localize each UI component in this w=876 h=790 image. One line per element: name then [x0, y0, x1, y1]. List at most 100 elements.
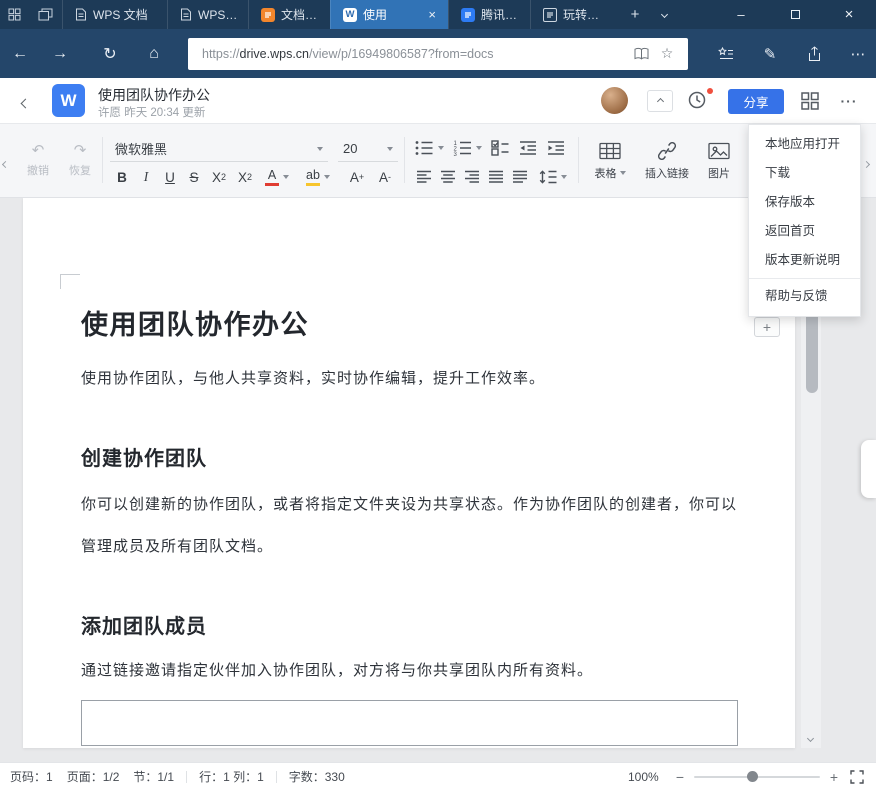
browser-tab-online[interactable]: 玩转在线: [530, 0, 612, 29]
font-color-button[interactable]: A: [260, 165, 294, 189]
menu-item-open-local-app[interactable]: 本地应用打开: [749, 130, 860, 159]
share-page-icon[interactable]: [797, 37, 831, 71]
favorite-star-icon[interactable]: ☆: [654, 41, 680, 67]
strikethrough-button[interactable]: S: [182, 165, 206, 189]
doc-more-button[interactable]: ···: [836, 90, 862, 112]
grow-base: A: [350, 170, 359, 185]
paragraph: 使用协作团队，与他人共享资料，实时协作编辑，提升工作效率。: [81, 368, 545, 390]
zoom-out-button[interactable]: −: [672, 767, 688, 787]
menu-item-release-notes[interactable]: 版本更新说明: [749, 246, 860, 275]
browser-tab-wps-docs-1[interactable]: WPS 文档: [62, 0, 167, 29]
menu-divider: [749, 278, 860, 279]
bullet-list-button[interactable]: [412, 136, 446, 160]
browser-tab-doc-open[interactable]: 文档开放: [248, 0, 330, 29]
new-tab-button[interactable]: +: [622, 0, 648, 29]
paragraph: 通过链接邀请指定伙伴加入协作团队，对方将与你共享团队内所有资料。: [81, 660, 593, 682]
browser-tab-tencent-docs[interactable]: 腾讯文档: [448, 0, 530, 29]
doc-back-icon[interactable]: [22, 94, 29, 112]
embedded-image-placeholder[interactable]: [81, 700, 738, 746]
menu-item-help-feedback[interactable]: 帮助与反馈: [749, 282, 860, 311]
avatar[interactable]: [601, 87, 628, 114]
numbered-list-button[interactable]: 123: [450, 136, 484, 160]
font-color-letter: A: [268, 169, 276, 182]
bold-button[interactable]: B: [110, 165, 134, 189]
forward-icon[interactable]: →: [44, 37, 76, 71]
toolbar-scroll-left-icon[interactable]: [3, 154, 8, 172]
insert-link-label: 插入链接: [645, 165, 689, 181]
minimize-button[interactable]: –: [714, 0, 768, 29]
format-toolbar: ↶ 撤销 ↷ 恢复 微软雅黑 20 B I U S X2 X2 A ab: [0, 124, 876, 198]
image-button[interactable]: 图片: [698, 132, 740, 190]
scrollbar-down-icon[interactable]: [808, 728, 813, 746]
shrink-mark: -: [388, 172, 391, 182]
superscript-button[interactable]: X2: [206, 165, 232, 189]
align-center-button[interactable]: [436, 165, 460, 189]
tab-tiles-icon[interactable]: [0, 0, 28, 29]
chevron-down-icon: [317, 147, 323, 151]
tab-list-chevron-icon[interactable]: [652, 0, 676, 29]
history-icon[interactable]: [686, 89, 710, 113]
chevron-down-icon: [438, 146, 444, 150]
checklist-button[interactable]: [488, 136, 512, 160]
scrollbar-thumb[interactable]: [806, 305, 818, 393]
apps-grid-icon[interactable]: [798, 90, 822, 112]
share-button[interactable]: 分享: [728, 89, 784, 114]
collapse-toolbar-button[interactable]: [647, 90, 673, 112]
tab-label: WPS 文档: [198, 6, 240, 23]
zoom-in-button[interactable]: +: [826, 767, 842, 787]
tab-close-icon[interactable]: ×: [424, 6, 440, 23]
font-size-select[interactable]: 20: [338, 136, 398, 162]
browser-toolbar: ← → ↻ ⌂ https://drive.wps.cn/view/p/1694…: [0, 29, 876, 78]
highlight-bar: [306, 183, 320, 186]
tab-label: 文档开放: [281, 6, 322, 23]
align-right-button[interactable]: [460, 165, 484, 189]
zoom-slider-thumb[interactable]: [747, 771, 758, 782]
table-button[interactable]: 表格: [586, 132, 634, 190]
increase-font-button[interactable]: A+: [344, 165, 370, 189]
line-spacing-button[interactable]: [534, 165, 572, 189]
reading-view-icon[interactable]: [628, 41, 654, 67]
window-controls: – ×: [714, 0, 876, 29]
toolbar-scroll-right-icon[interactable]: [864, 154, 869, 172]
back-icon[interactable]: ←: [4, 37, 36, 71]
refresh-icon[interactable]: ↻: [94, 37, 126, 71]
justify-button[interactable]: [484, 165, 508, 189]
undo-button[interactable]: ↶ 撤销: [18, 132, 58, 190]
decrease-font-button[interactable]: A-: [372, 165, 398, 189]
highlight-button[interactable]: ab: [298, 165, 338, 189]
font-name-value: 微软雅黑: [115, 139, 167, 158]
font-name-select[interactable]: 微软雅黑: [110, 136, 328, 162]
side-panel-handle[interactable]: [861, 440, 876, 498]
browser-tab-wps-docs-2[interactable]: WPS 文档: [167, 0, 248, 29]
more-menu: 本地应用打开 下载 保存版本 返回首页 版本更新说明 帮助与反馈: [748, 124, 861, 317]
redo-label: 恢复: [69, 162, 91, 178]
font-size-value: 20: [343, 141, 357, 156]
increase-indent-button[interactable]: [544, 136, 568, 160]
menu-item-save-version[interactable]: 保存版本: [749, 188, 860, 217]
hub-favorites-icon[interactable]: [709, 37, 743, 71]
distribute-button[interactable]: [508, 165, 532, 189]
doc-meta: 许愿 昨天 20:34 更新: [98, 104, 205, 120]
web-notes-pen-icon[interactable]: ✎: [753, 37, 787, 71]
insert-link-button[interactable]: 插入链接: [638, 132, 696, 190]
close-button[interactable]: ×: [822, 0, 876, 29]
menu-item-back-home[interactable]: 返回首页: [749, 217, 860, 246]
browser-more-icon[interactable]: ⋯: [841, 37, 875, 71]
address-bar[interactable]: https://drive.wps.cn/view/p/16949806587?…: [188, 38, 688, 70]
italic-button[interactable]: I: [134, 165, 158, 189]
align-left-button[interactable]: [412, 165, 436, 189]
maximize-button[interactable]: [768, 0, 822, 29]
fullscreen-icon[interactable]: [850, 770, 864, 784]
set-tabs-aside-icon[interactable]: [28, 0, 62, 29]
insert-comment-button[interactable]: +: [754, 317, 780, 337]
tab-label: 玩转在线: [563, 6, 604, 23]
browser-tab-active[interactable]: W 使用 ×: [330, 0, 448, 29]
subscript-button[interactable]: X2: [232, 165, 258, 189]
decrease-indent-button[interactable]: [516, 136, 540, 160]
status-section: 节：1/1: [133, 768, 174, 785]
home-icon[interactable]: ⌂: [138, 37, 170, 71]
redo-button[interactable]: ↷ 恢复: [60, 132, 100, 190]
menu-item-download[interactable]: 下载: [749, 159, 860, 188]
underline-button[interactable]: U: [158, 165, 182, 189]
document-title: 使用团队协作办公: [81, 308, 309, 342]
